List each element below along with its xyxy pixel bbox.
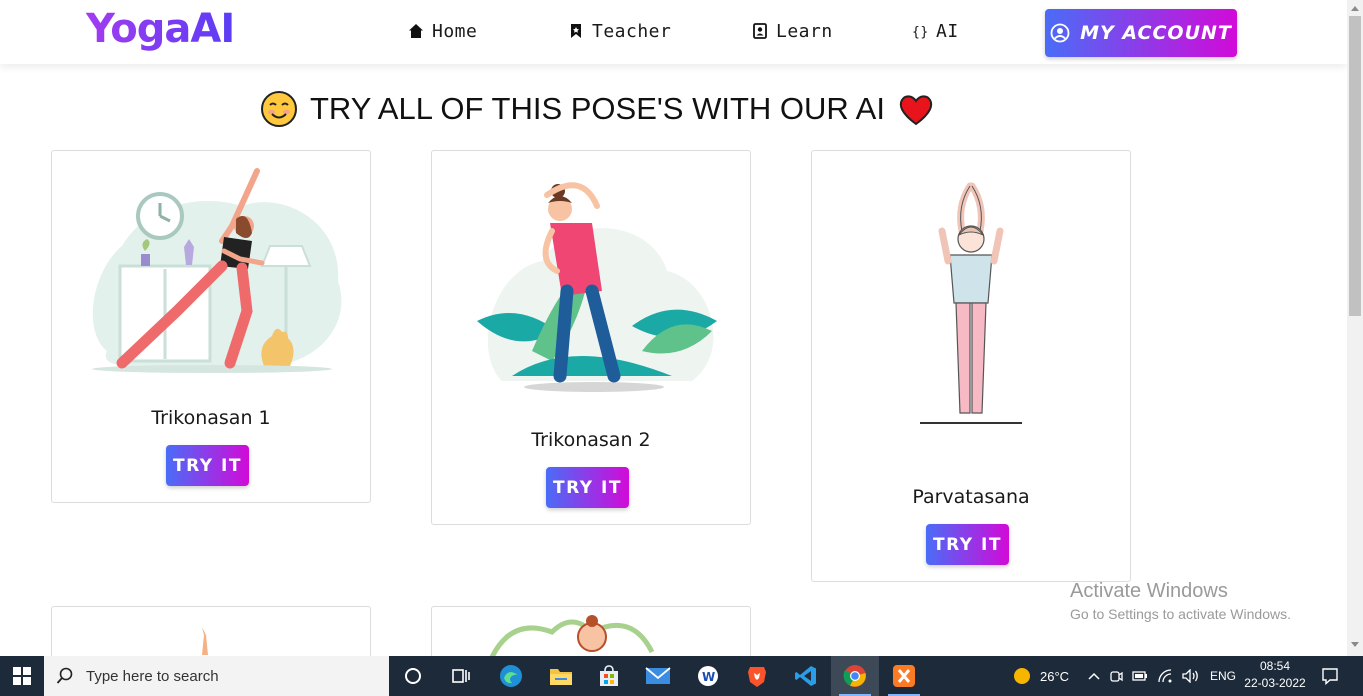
contact-card-icon [753, 23, 767, 39]
brave-button[interactable] [733, 656, 781, 696]
braces-icon: {} [912, 25, 928, 39]
mail-icon [645, 667, 671, 684]
chrome-icon [843, 665, 866, 687]
svg-text:W: W [702, 670, 715, 684]
chevron-up-icon[interactable] [1088, 671, 1100, 681]
nav-ai[interactable]: {} AI [912, 18, 959, 44]
nav-home-label: Home [432, 20, 478, 42]
store-button[interactable] [585, 656, 633, 696]
clock-time: 08:54 [1259, 659, 1291, 673]
windows-activation-watermark: Activate Windows Go to Settings to activ… [1070, 580, 1291, 622]
pose-card: Trikonasan 2 TRY IT [431, 150, 751, 525]
taskbar-search-box[interactable]: Type here to search [44, 656, 389, 696]
wifi-icon[interactable] [1157, 669, 1173, 683]
pose-card: Trikonasan 1 TRY IT [51, 150, 371, 503]
nav-teacher-label: Teacher [592, 20, 672, 42]
notification-icon [1322, 668, 1338, 685]
vscode-button[interactable] [782, 656, 830, 696]
top-navbar: YogaAI Home Teacher Learn {} AI MY ACCOU… [0, 0, 1347, 64]
try-it-button[interactable]: TRY IT [546, 467, 629, 508]
pose-card: Parvatasana TRY IT [811, 150, 1131, 582]
bookmark-icon [571, 24, 581, 38]
activate-title: Activate Windows [1070, 580, 1228, 602]
vscode-icon [795, 666, 816, 686]
pose-title: Trikonasan 2 [531, 429, 651, 451]
mail-button[interactable] [634, 656, 682, 696]
chrome-button[interactable] [831, 656, 879, 696]
brave-icon [748, 667, 766, 687]
edge-icon [500, 665, 522, 687]
xampp-icon [893, 665, 915, 687]
nav-ai-label: AI [936, 20, 959, 42]
pose-title: Trikonasan 1 [151, 407, 271, 429]
pose-illustration-partial [202, 627, 208, 655]
pose-illustration-partial [489, 615, 655, 659]
scroll-down-arrow-icon[interactable] [1351, 642, 1359, 647]
pose-title: Parvatasana [912, 486, 1030, 508]
speaker-volume-icon[interactable] [1182, 669, 1200, 683]
app-w-icon: W [698, 666, 718, 686]
xampp-button[interactable] [880, 656, 928, 696]
scroll-up-arrow-icon[interactable] [1351, 6, 1359, 11]
windows-start-button[interactable] [0, 656, 44, 696]
user-circle-icon [1050, 23, 1070, 43]
windows-taskbar: Type here to search W 26°C ENG 08:54 22-… [0, 656, 1363, 696]
my-account-label: MY ACCOUNT [1080, 22, 1232, 44]
brand-logo[interactable]: YogaAI [86, 6, 235, 52]
weather-widget[interactable]: 26°C [1012, 656, 1069, 696]
red-heart-icon [897, 90, 935, 128]
nav-learn-label: Learn [776, 20, 833, 42]
task-view-icon [452, 669, 470, 683]
try-it-button[interactable]: TRY IT [926, 524, 1009, 565]
nav-teacher[interactable]: Teacher [568, 18, 671, 44]
page-scrollbar[interactable] [1347, 0, 1363, 656]
page-headline: TRY ALL OF THIS POSE'S WITH OUR AI [260, 88, 935, 130]
nav-home[interactable]: Home [408, 18, 477, 44]
sun-weather-icon [1014, 668, 1030, 684]
home-icon [409, 24, 423, 38]
scroll-thumb[interactable] [1349, 16, 1361, 316]
taskbar-clock[interactable]: 08:54 22-03-2022 [1240, 658, 1310, 692]
notifications-button[interactable] [1312, 656, 1348, 696]
nav-learn[interactable]: Learn [752, 18, 833, 44]
edge-button[interactable] [487, 656, 535, 696]
system-tray [1088, 656, 1200, 696]
weather-temp: 26°C [1040, 668, 1070, 684]
trikonasan-1-illustration [92, 168, 342, 373]
try-it-button[interactable]: TRY IT [166, 445, 249, 486]
cortana-icon [405, 668, 421, 684]
store-icon [600, 665, 618, 686]
svg-text:{}: {} [912, 25, 928, 39]
search-placeholder: Type here to search [86, 667, 219, 685]
task-view-button[interactable] [437, 656, 485, 696]
app-w-button[interactable]: W [684, 656, 732, 696]
cortana-button[interactable] [389, 656, 437, 696]
file-explorer-button[interactable] [537, 656, 585, 696]
trikonasan-2-illustration [477, 182, 717, 392]
search-icon [56, 667, 73, 684]
smiling-face-icon [260, 90, 298, 128]
windows-logo-icon [13, 667, 31, 685]
my-account-button[interactable]: MY ACCOUNT [1045, 9, 1237, 57]
activate-subtitle: Go to Settings to activate Windows. [1070, 606, 1291, 622]
headline-text: TRY ALL OF THIS POSE'S WITH OUR AI [310, 91, 885, 126]
meet-now-icon[interactable] [1109, 669, 1123, 683]
parvatasana-illustration [920, 182, 1022, 424]
battery-icon[interactable] [1132, 670, 1148, 682]
language-indicator[interactable]: ENG [1210, 656, 1236, 696]
clock-date: 22-03-2022 [1244, 676, 1306, 690]
file-explorer-icon [550, 669, 572, 685]
